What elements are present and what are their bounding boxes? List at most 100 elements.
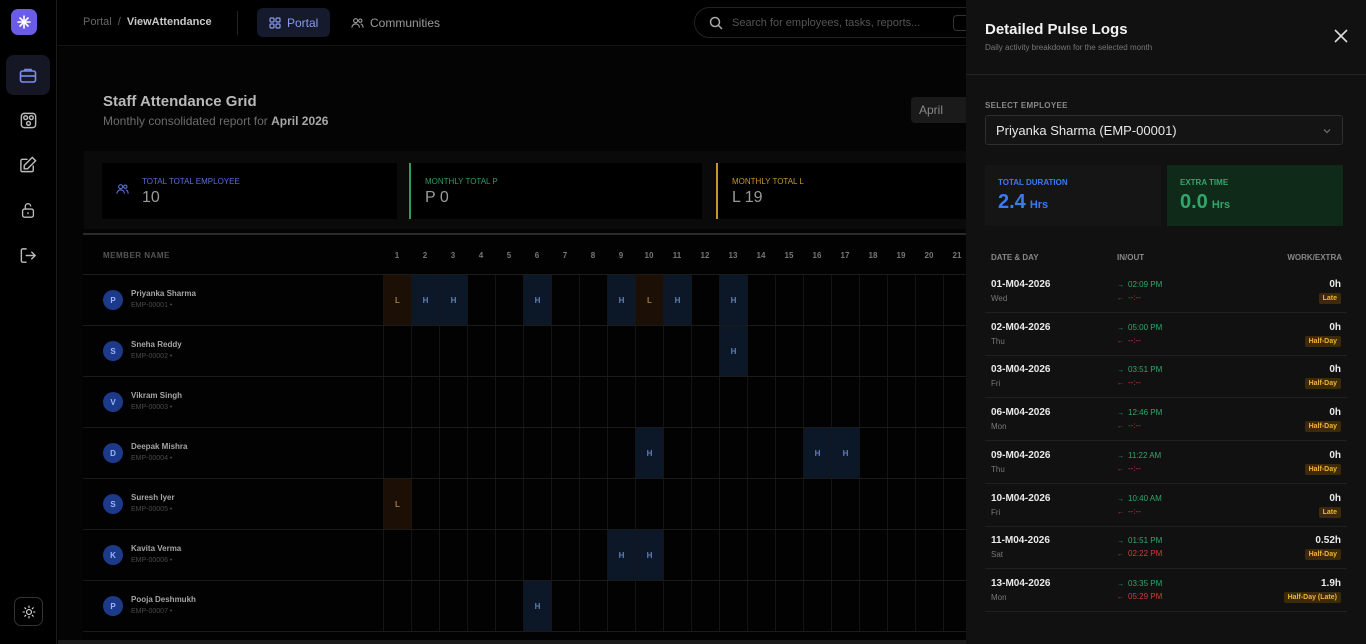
attendance-cell[interactable]: [551, 377, 579, 427]
attendance-cell[interactable]: [803, 377, 831, 427]
attendance-cell[interactable]: [495, 275, 523, 325]
sidebar-item-lock[interactable]: [6, 190, 50, 230]
attendance-cell[interactable]: [691, 479, 719, 529]
attendance-cell[interactable]: [383, 428, 411, 478]
attendance-cell[interactable]: [411, 479, 439, 529]
attendance-cell[interactable]: [663, 326, 691, 376]
attendance-cell[interactable]: [579, 428, 607, 478]
attendance-cell[interactable]: [859, 326, 887, 376]
attendance-cell[interactable]: [859, 377, 887, 427]
attendance-cell[interactable]: [411, 377, 439, 427]
attendance-cell[interactable]: H: [663, 275, 691, 325]
attendance-cell[interactable]: [831, 275, 859, 325]
attendance-cell[interactable]: [803, 275, 831, 325]
attendance-cell[interactable]: H: [635, 428, 663, 478]
employee-name[interactable]: Kavita Verma: [131, 544, 181, 553]
attendance-cell[interactable]: [579, 326, 607, 376]
attendance-cell[interactable]: [663, 479, 691, 529]
attendance-cell[interactable]: [719, 530, 747, 580]
attendance-cell[interactable]: [523, 479, 551, 529]
table-row[interactable]: S Suresh Iyer EMP-00005 • L: [83, 479, 983, 530]
attendance-cell[interactable]: [439, 326, 467, 376]
sidebar-item-logout[interactable]: [6, 235, 50, 275]
table-row[interactable]: S Sneha Reddy EMP-00002 • H: [83, 326, 983, 377]
attendance-cell[interactable]: [663, 377, 691, 427]
attendance-cell[interactable]: [747, 326, 775, 376]
attendance-cell[interactable]: [691, 530, 719, 580]
employee-name[interactable]: Pooja Deshmukh: [131, 595, 196, 604]
attendance-cell[interactable]: [495, 581, 523, 631]
attendance-cell[interactable]: [747, 275, 775, 325]
employee-select[interactable]: Priyanka Sharma (EMP-00001): [985, 115, 1343, 145]
breadcrumb-root[interactable]: Portal: [83, 16, 112, 28]
attendance-cell[interactable]: [747, 581, 775, 631]
attendance-cell[interactable]: [411, 428, 439, 478]
attendance-cell[interactable]: H: [523, 275, 551, 325]
attendance-cell[interactable]: H: [803, 428, 831, 478]
attendance-cell[interactable]: [691, 581, 719, 631]
attendance-cell[interactable]: L: [635, 275, 663, 325]
attendance-cell[interactable]: [691, 275, 719, 325]
attendance-cell[interactable]: [635, 326, 663, 376]
attendance-cell[interactable]: H: [831, 428, 859, 478]
attendance-cell[interactable]: [663, 530, 691, 580]
attendance-cell[interactable]: [887, 326, 915, 376]
attendance-cell[interactable]: [467, 275, 495, 325]
attendance-cell[interactable]: [719, 377, 747, 427]
theme-toggle-button[interactable]: [14, 597, 43, 626]
attendance-cell[interactable]: H: [607, 530, 635, 580]
employee-name[interactable]: Sneha Reddy: [131, 340, 182, 349]
attendance-cell[interactable]: [915, 530, 943, 580]
employee-name[interactable]: Deepak Mishra: [131, 442, 187, 451]
attendance-cell[interactable]: [495, 479, 523, 529]
attendance-cell[interactable]: [915, 428, 943, 478]
attendance-cell[interactable]: H: [635, 530, 663, 580]
attendance-cell[interactable]: [775, 326, 803, 376]
attendance-cell[interactable]: [663, 428, 691, 478]
search-bar[interactable]: Search for employees, tasks, reports...: [694, 7, 994, 38]
attendance-cell[interactable]: [411, 530, 439, 580]
attendance-cell[interactable]: [747, 428, 775, 478]
attendance-cell[interactable]: [579, 479, 607, 529]
attendance-cell[interactable]: [523, 428, 551, 478]
attendance-cell[interactable]: L: [383, 275, 411, 325]
attendance-cell[interactable]: [579, 530, 607, 580]
attendance-cell[interactable]: H: [719, 326, 747, 376]
attendance-cell[interactable]: [607, 428, 635, 478]
attendance-cell[interactable]: [691, 428, 719, 478]
attendance-cell[interactable]: [859, 479, 887, 529]
attendance-cell[interactable]: [411, 581, 439, 631]
attendance-cell[interactable]: [635, 581, 663, 631]
attendance-cell[interactable]: [663, 581, 691, 631]
attendance-cell[interactable]: [635, 377, 663, 427]
employee-name[interactable]: Suresh Iyer: [131, 493, 175, 502]
attendance-cell[interactable]: [859, 581, 887, 631]
attendance-cell[interactable]: [607, 479, 635, 529]
attendance-cell[interactable]: [579, 377, 607, 427]
attendance-cell[interactable]: [467, 479, 495, 529]
attendance-cell[interactable]: H: [523, 581, 551, 631]
attendance-cell[interactable]: H: [719, 275, 747, 325]
attendance-cell[interactable]: H: [607, 275, 635, 325]
attendance-cell[interactable]: H: [439, 275, 467, 325]
table-row[interactable]: D Deepak Mishra EMP-00004 • H H H: [83, 428, 983, 479]
attendance-cell[interactable]: [383, 530, 411, 580]
attendance-cell[interactable]: [551, 530, 579, 580]
attendance-cell[interactable]: [747, 377, 775, 427]
attendance-cell[interactable]: [551, 428, 579, 478]
attendance-cell[interactable]: [719, 581, 747, 631]
attendance-cell[interactable]: [915, 479, 943, 529]
attendance-cell[interactable]: H: [411, 275, 439, 325]
tab-portal[interactable]: Portal: [257, 8, 331, 37]
attendance-cell[interactable]: [551, 326, 579, 376]
attendance-cell[interactable]: [635, 479, 663, 529]
attendance-cell[interactable]: [607, 581, 635, 631]
attendance-cell[interactable]: [915, 581, 943, 631]
attendance-cell[interactable]: [887, 275, 915, 325]
table-row[interactable]: P Pooja Deshmukh EMP-00007 • H: [83, 581, 983, 632]
attendance-cell[interactable]: [467, 428, 495, 478]
attendance-cell[interactable]: [495, 530, 523, 580]
attendance-cell[interactable]: [383, 326, 411, 376]
attendance-cell[interactable]: [775, 275, 803, 325]
attendance-cell[interactable]: [383, 377, 411, 427]
